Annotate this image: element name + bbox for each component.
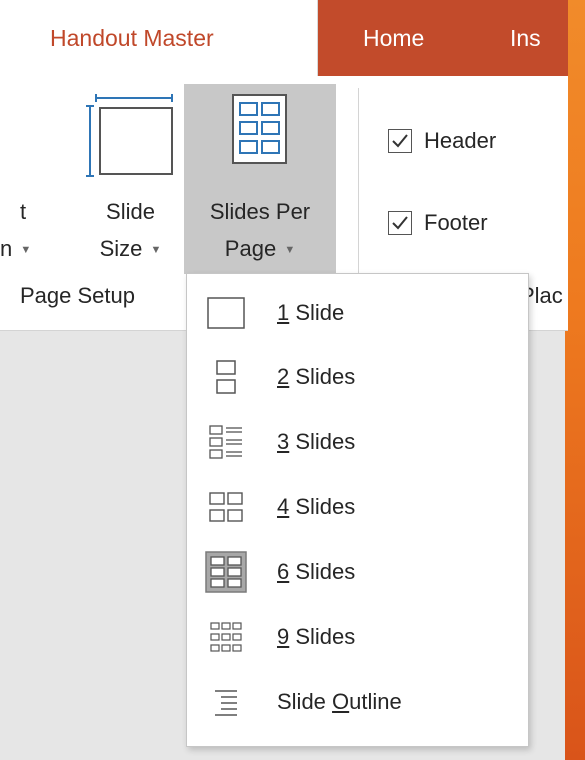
menu-item-4-slides[interactable]: 4 Slides (187, 476, 528, 538)
caret-down-icon: ▼ (284, 244, 296, 257)
two-slides-icon (201, 352, 251, 402)
menu-item-label: 4 Slides (277, 494, 356, 519)
menu-item-9-slides[interactable]: 9 Slides (187, 606, 528, 668)
menu-item-6-slides[interactable]: 6 Slides (187, 541, 528, 603)
one-slide-icon (201, 288, 251, 338)
orange-background-right (565, 0, 585, 760)
slides-per-page-button[interactable]: Slides Per Page ▼ (184, 84, 336, 274)
slides-per-page-menu: 1 Slide 2 Slides 3 Slides 4 Slides 6 Sli… (186, 273, 529, 747)
menu-item-label: 2 Slides (277, 364, 356, 389)
four-slides-icon (201, 482, 251, 532)
tab-insert-label: Ins (510, 25, 541, 51)
slide-outline-icon (201, 677, 251, 727)
tab-handout-master-label: Handout Master (50, 25, 214, 51)
three-slides-icon (201, 417, 251, 467)
powerpoint-window: Handout Master Home Ins t n ▼ Slide Size… (0, 0, 585, 760)
slide-size-icon (86, 94, 173, 177)
slide-size-button[interactable]: Slide Size ▼ (78, 84, 183, 269)
orientation-label-line1: t (20, 199, 27, 224)
footer-checkbox-label: Footer (424, 210, 488, 235)
caret-down-icon: ▼ (150, 244, 162, 257)
slides-per-page-icon (232, 94, 287, 164)
tab-handout-master[interactable]: Handout Master (0, 0, 318, 76)
menu-item-3-slides[interactable]: 3 Slides (187, 411, 528, 473)
handout-orientation-button[interactable]: t n ▼ (0, 84, 70, 269)
ribbon-tab-bar: Handout Master Home Ins (0, 0, 568, 76)
six-slides-icon (201, 547, 251, 597)
menu-item-label: 1 Slide (277, 300, 345, 325)
menu-item-label: 3 Slides (277, 429, 356, 454)
slides-per-page-label-line2: Page ▼ (224, 236, 296, 261)
footer-checkbox[interactable] (388, 211, 412, 235)
menu-item-label: 6 Slides (277, 559, 356, 584)
slide-size-label-line2: Size ▼ (99, 236, 162, 261)
group-label-page-setup: Page Setup (20, 283, 135, 308)
header-checkbox[interactable] (388, 129, 412, 153)
slides-per-page-label-line1: Slides Per (209, 199, 311, 224)
orientation-label-line2: n ▼ (0, 236, 32, 261)
menu-item-slide-outline[interactable]: Slide Outline (187, 671, 528, 733)
caret-down-icon: ▼ (20, 244, 32, 257)
slide-size-label-line1: Slide (106, 199, 155, 224)
group-divider (358, 88, 359, 278)
header-checkbox-row[interactable]: Header (388, 124, 496, 158)
tab-insert[interactable]: Ins (510, 0, 541, 76)
menu-item-label: Slide Outline (277, 689, 402, 714)
menu-item-label: 9 Slides (277, 624, 356, 649)
checkmark-icon (392, 216, 408, 230)
checkmark-icon (392, 134, 408, 148)
footer-checkbox-row[interactable]: Footer (388, 206, 488, 240)
nine-slides-icon (201, 612, 251, 662)
tab-home-label: Home (363, 25, 425, 51)
header-checkbox-label: Header (424, 128, 497, 153)
menu-item-1-slide[interactable]: 1 Slide (187, 282, 528, 344)
menu-item-2-slides[interactable]: 2 Slides (187, 346, 528, 408)
